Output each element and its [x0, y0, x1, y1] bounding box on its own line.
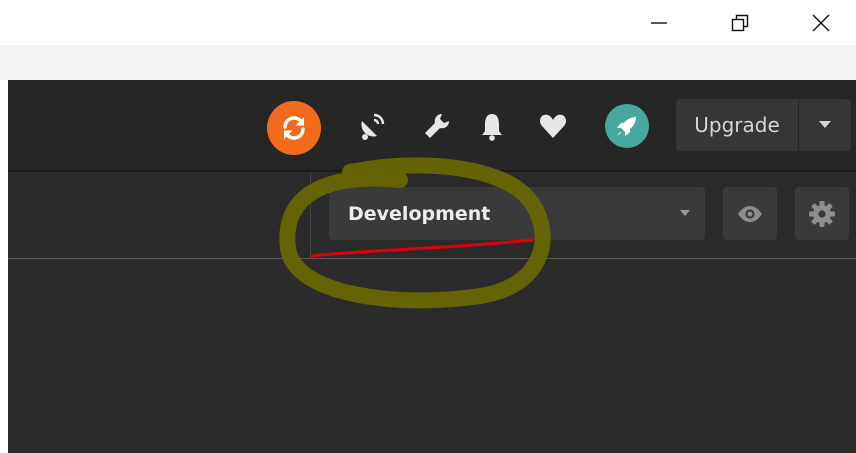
- toolbar-vertical-separator: [310, 172, 311, 258]
- satellite-dish-icon: [361, 113, 385, 140]
- eye-icon: [738, 205, 762, 222]
- address-bar: [0, 45, 856, 80]
- upgrade-dropdown-button[interactable]: [799, 99, 851, 151]
- manage-environments-button[interactable]: [795, 187, 849, 240]
- environment-toolbar: Development: [8, 172, 856, 258]
- heart-icon: [539, 114, 567, 138]
- upgrade-button-group: Upgrade: [676, 99, 851, 151]
- app-window: Upgrade Development: [8, 80, 856, 453]
- chevron-down-icon: [819, 121, 831, 128]
- close-icon: [812, 14, 830, 31]
- main-content-area: [8, 259, 856, 453]
- window-minimize-button[interactable]: [636, 0, 682, 45]
- bell-icon: [482, 114, 502, 141]
- satellite-dish-button[interactable]: [356, 110, 388, 142]
- rocket-button[interactable]: [605, 104, 649, 148]
- caret-down-icon: [680, 210, 690, 216]
- sync-icon: [283, 116, 305, 140]
- sync-button[interactable]: [267, 101, 321, 155]
- restore-icon: [731, 14, 749, 31]
- favorites-button[interactable]: [535, 110, 571, 142]
- upgrade-button[interactable]: Upgrade: [676, 99, 798, 151]
- gear-icon: [809, 200, 835, 227]
- window-close-button[interactable]: [798, 0, 844, 45]
- window-titlebar: [0, 0, 856, 45]
- window-restore-button[interactable]: [717, 0, 763, 45]
- app-header: Upgrade: [8, 80, 856, 170]
- rocket-icon: [617, 117, 636, 136]
- environment-selected-label: Development: [348, 202, 491, 225]
- environment-select[interactable]: Development: [329, 187, 705, 240]
- minimize-icon: [651, 21, 667, 24]
- environment-quick-look-button[interactable]: [723, 187, 777, 240]
- wrench-icon: [425, 113, 450, 138]
- wrench-button[interactable]: [421, 110, 453, 142]
- environment-dropdown-arrow: [665, 209, 705, 218]
- notifications-button[interactable]: [476, 110, 508, 142]
